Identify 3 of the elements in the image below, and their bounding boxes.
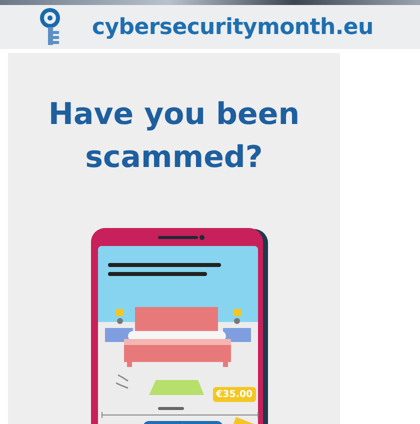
- site-domain[interactable]: cybersecuritymonth.eu: [92, 14, 374, 40]
- headline: Have you been scammed?: [47, 96, 301, 177]
- price-tag: €35.00: [213, 387, 256, 402]
